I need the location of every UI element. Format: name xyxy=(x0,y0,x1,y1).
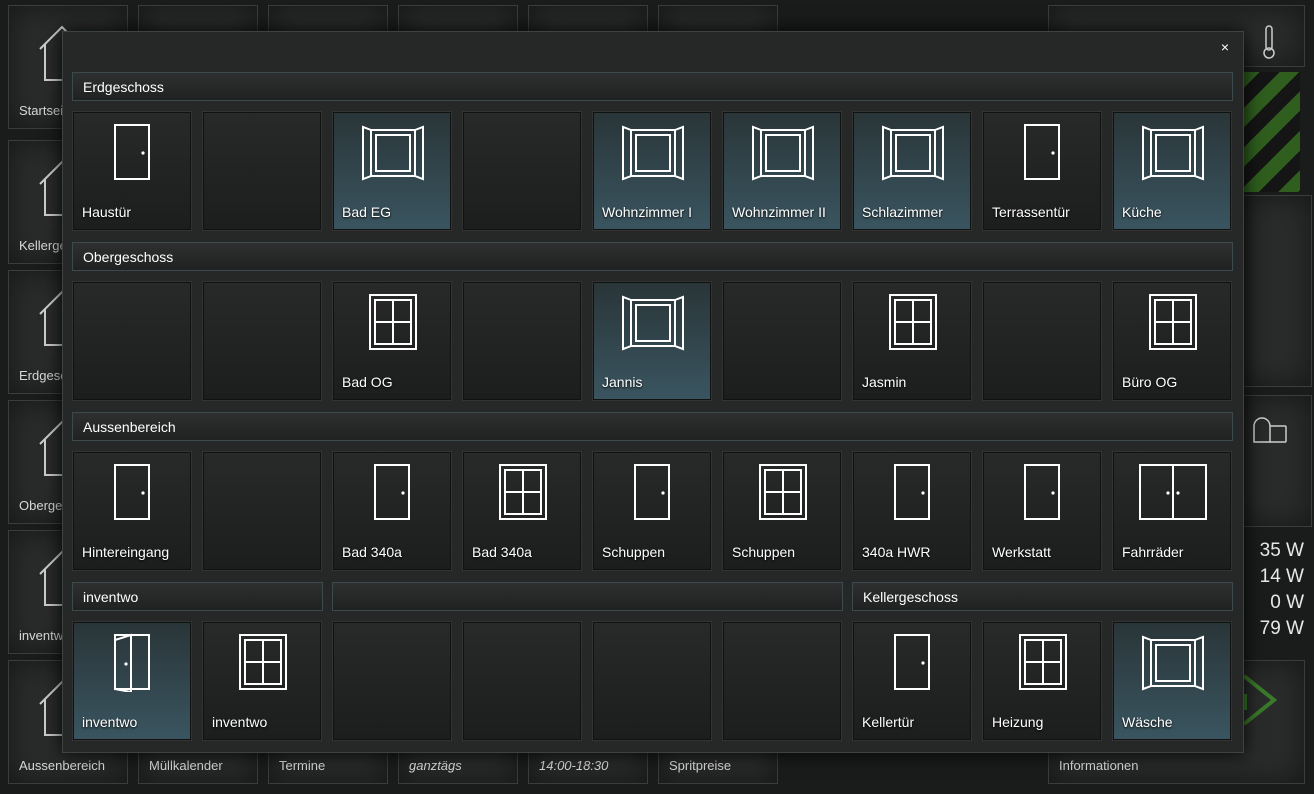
bottom-tile-label: Informationen xyxy=(1059,758,1139,773)
tile-inventwo[interactable]: inventwo xyxy=(72,621,192,741)
tile-bad-og[interactable]: Bad OG xyxy=(332,281,452,401)
tile-empty xyxy=(462,111,582,231)
tile-bad-340a[interactable]: Bad 340a xyxy=(332,451,452,571)
tile-wohnzimmer-ii[interactable]: Wohnzimmer II xyxy=(722,111,842,231)
tile-empty xyxy=(202,451,322,571)
tile-wäsche[interactable]: Wäsche xyxy=(1112,621,1232,741)
power-value: 14 W xyxy=(1259,566,1304,587)
tile-label: Schuppen xyxy=(732,544,796,560)
tile-label: Fahrräder xyxy=(1122,544,1184,560)
power-value: 35 W xyxy=(1259,540,1304,561)
tile-heizung[interactable]: Heizung xyxy=(982,621,1102,741)
tile-jannis[interactable]: Jannis xyxy=(592,281,712,401)
tile-empty xyxy=(332,621,452,741)
bottom-tile-label: 14:00-18:30 xyxy=(539,758,609,773)
tile-label: Bad EG xyxy=(342,204,392,220)
tile-schlazimmer[interactable]: Schlazimmer xyxy=(852,111,972,231)
tile-label: Werkstatt xyxy=(992,544,1051,560)
tile-label: Hintereingang xyxy=(82,544,170,560)
tile-bad-340a[interactable]: Bad 340a xyxy=(462,451,582,571)
tile-fahrräder[interactable]: Fahrräder xyxy=(1112,451,1232,571)
tile-label: Wohnzimmer II xyxy=(732,204,826,220)
tile-empty xyxy=(202,281,322,401)
tile-terrassentür[interactable]: Terrassentür xyxy=(982,111,1102,231)
bottom-tile-label: ganztägs xyxy=(409,758,462,773)
tile-empty xyxy=(722,281,842,401)
tile-empty xyxy=(982,281,1102,401)
tile-label: inventwo xyxy=(212,714,268,730)
thermometer-icon xyxy=(1258,24,1280,65)
tile-label: Bad 340a xyxy=(342,544,402,560)
tile-label: 340a HWR xyxy=(862,544,931,560)
tile-label: Jannis xyxy=(602,374,643,390)
tile-empty xyxy=(462,621,582,741)
tile-label: Bad OG xyxy=(342,374,393,390)
tile-schuppen[interactable]: Schuppen xyxy=(592,451,712,571)
tile-label: Wohnzimmer I xyxy=(602,204,692,220)
bottom-tile-label: Müllkalender xyxy=(149,758,223,773)
tile-label: Schlazimmer xyxy=(862,204,943,220)
tile-label: Heizung xyxy=(992,714,1044,730)
section-header-erdgeschoss: Erdgeschoss xyxy=(72,72,1233,101)
windows-doors-modal: × Erdgeschoss Obergeschoss Aussenbereich in… xyxy=(62,31,1244,753)
tile-label: Wäsche xyxy=(1122,714,1173,730)
sidebar-tile-label: Aussenbereich xyxy=(19,758,105,773)
tile-empty xyxy=(592,621,712,741)
tile-empty xyxy=(462,281,582,401)
tile-340a-hwr[interactable]: 340a HWR xyxy=(852,451,972,571)
tile-label: inventwo xyxy=(82,714,138,730)
section-header-kellergeschoss: Kellergeschoss xyxy=(852,582,1233,611)
tile-label: Bad 340a xyxy=(472,544,532,560)
section-header-inventwo: inventwo xyxy=(72,582,323,611)
tile-kellertür[interactable]: Kellertür xyxy=(852,621,972,741)
tile-küche[interactable]: Küche xyxy=(1112,111,1232,231)
tile-wohnzimmer-i[interactable]: Wohnzimmer I xyxy=(592,111,712,231)
alarm-stripes xyxy=(1240,72,1300,192)
section-header-aussenbereich: Aussenbereich xyxy=(72,412,1233,441)
tile-empty xyxy=(722,621,842,741)
bottom-tile-label: Spritpreise xyxy=(669,758,732,773)
tile-schuppen[interactable]: Schuppen xyxy=(722,451,842,571)
power-value: 79 W xyxy=(1259,618,1304,639)
section-header-blank xyxy=(332,582,843,611)
tile-empty xyxy=(202,111,322,231)
tile-haustür[interactable]: Haustür xyxy=(72,111,192,231)
tile-label: Haustür xyxy=(82,204,132,220)
tile-label: Kellertür xyxy=(862,714,915,730)
tile-jasmin[interactable]: Jasmin xyxy=(852,281,972,401)
tile-label: Schuppen xyxy=(602,544,666,560)
tile-bad-eg[interactable]: Bad EG xyxy=(332,111,452,231)
tile-werkstatt[interactable]: Werkstatt xyxy=(982,451,1102,571)
tile-label: Terrassentür xyxy=(992,204,1070,220)
section-header-obergeschoss: Obergeschoss xyxy=(72,242,1233,271)
power-value: 0 W xyxy=(1270,592,1304,613)
right-tile-1[interactable] xyxy=(1240,195,1312,387)
close-icon[interactable]: × xyxy=(1217,38,1233,56)
tile-inventwo[interactable]: inventwo xyxy=(202,621,322,741)
tile-empty xyxy=(72,281,192,401)
tile-label: Küche xyxy=(1122,204,1162,220)
tile-label: Büro OG xyxy=(1122,374,1178,390)
mailbox-icon xyxy=(1250,414,1290,451)
tile-büro-og[interactable]: Büro OG xyxy=(1112,281,1232,401)
tile-hintereingang[interactable]: Hintereingang xyxy=(72,451,192,571)
bottom-tile-label: Termine xyxy=(279,758,326,773)
tile-label: Jasmin xyxy=(862,374,907,390)
